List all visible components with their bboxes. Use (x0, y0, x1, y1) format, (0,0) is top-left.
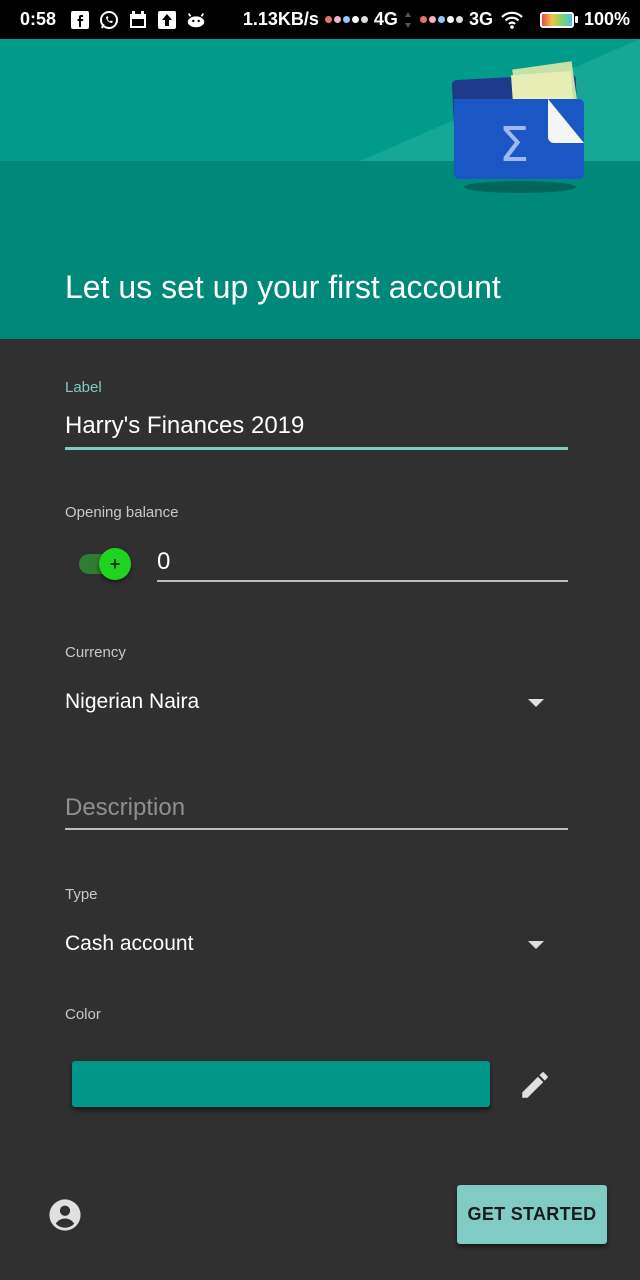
label-input-underline (65, 447, 568, 450)
type-dropdown-arrow-icon[interactable] (528, 941, 544, 949)
opening-balance-underline (157, 580, 568, 582)
header-banner: Σ Let us set up your first account (0, 39, 640, 339)
network-speed: 1.13KB/s (242, 9, 319, 29)
upload-icon (157, 10, 177, 30)
page-title: Let us set up your first account (65, 269, 501, 305)
data-arrows-icon (404, 10, 412, 30)
type-label: Type (65, 886, 98, 903)
color-label: Color (65, 1006, 101, 1023)
sim1-type: 4G (373, 9, 398, 29)
calendar-icon (128, 10, 148, 30)
opening-balance-label: Opening balance (65, 504, 179, 521)
description-input[interactable]: Description (65, 788, 568, 828)
status-bar: 0:58 1.13KB/s 4G 3G 100% (0, 0, 640, 39)
signal-dots-sim1 (324, 16, 368, 23)
android-icon (186, 10, 206, 30)
label-input[interactable]: Harry's Finances 2019 (65, 406, 568, 446)
battery-percent: 100% (583, 9, 630, 29)
currency-dropdown[interactable]: Nigerian Naira (65, 690, 199, 714)
opening-balance-input[interactable]: 0 (157, 542, 568, 582)
get-started-button[interactable]: GET STARTED (457, 1185, 607, 1244)
description-placeholder: Description (65, 794, 186, 821)
currency-dropdown-arrow-icon[interactable] (528, 699, 544, 707)
currency-label: Currency (65, 644, 126, 661)
edit-pencil-icon[interactable] (518, 1068, 552, 1102)
label-field-label: Label (65, 379, 102, 396)
plus-icon: + (99, 548, 131, 580)
color-swatch[interactable] (72, 1061, 490, 1107)
svg-text:Σ: Σ (499, 117, 529, 173)
battery-icon (539, 11, 578, 28)
description-underline (65, 828, 568, 830)
wifi-icon (499, 10, 525, 30)
whatsapp-icon (99, 10, 119, 30)
wallet-sigma-logo-icon: Σ (452, 61, 584, 193)
signal-dots-sim2 (419, 16, 463, 23)
balance-sign-toggle[interactable]: + (79, 548, 131, 580)
status-time: 0:58 (20, 9, 57, 29)
facebook-icon (70, 10, 90, 30)
type-dropdown[interactable]: Cash account (65, 932, 193, 956)
account-circle-icon[interactable] (48, 1198, 82, 1232)
sim2-type: 3G (468, 9, 493, 29)
